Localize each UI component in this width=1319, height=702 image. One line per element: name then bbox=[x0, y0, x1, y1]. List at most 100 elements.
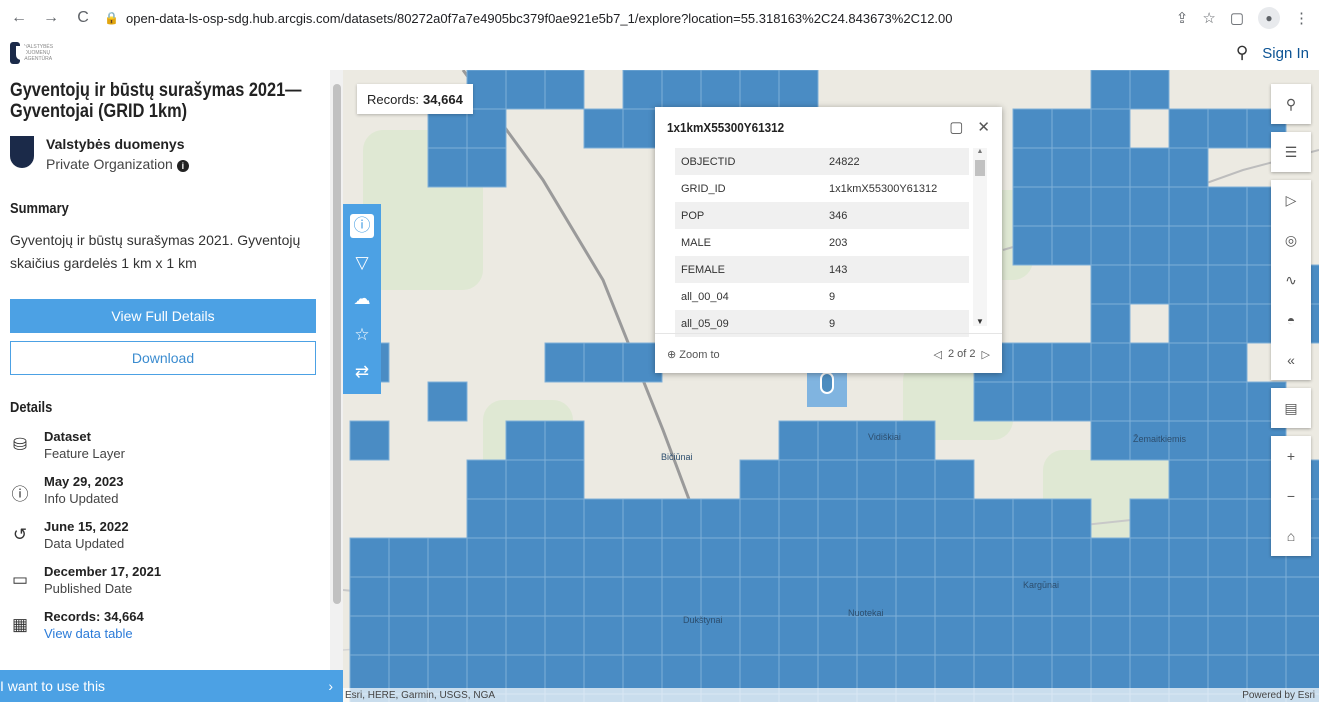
zoom-to-button[interactable]: ⊕ Zoom to bbox=[667, 348, 720, 361]
popup-title: 1x1kmX55300Y61312 bbox=[667, 119, 785, 135]
scrollbar-thumb[interactable] bbox=[333, 84, 341, 604]
map-view[interactable]: Vidiškiai Bičiūnai Žemaitkiemis Dukštynai Nu… bbox=[343, 70, 1319, 702]
population-grid-cell bbox=[739, 576, 780, 617]
collapse-icon[interactable]: « bbox=[1271, 340, 1311, 380]
detail-dataset: ⛁ Dataset Feature Layer bbox=[10, 429, 320, 461]
popup-value: 346 bbox=[829, 209, 848, 222]
population-grid-cell bbox=[973, 615, 1014, 656]
population-grid-cell bbox=[1129, 264, 1170, 305]
population-grid-cell bbox=[349, 420, 390, 461]
sign-in-link[interactable]: Sign In bbox=[1262, 45, 1309, 62]
download-button[interactable]: Download bbox=[10, 341, 316, 375]
population-grid-cell bbox=[973, 537, 1014, 578]
population-grid-cell bbox=[1090, 186, 1131, 227]
population-grid-cell bbox=[1246, 576, 1287, 617]
population-grid-cell bbox=[466, 498, 507, 539]
population-grid-cell bbox=[544, 459, 585, 500]
chevron-right-icon: › bbox=[328, 678, 333, 694]
population-grid-cell bbox=[1129, 147, 1170, 188]
next-icon[interactable]: ▷ bbox=[982, 348, 990, 361]
search-icon[interactable]: ⚲ bbox=[1236, 43, 1248, 63]
sidepanel-icon[interactable]: ▢ bbox=[1230, 9, 1244, 27]
bookmark-star-icon[interactable]: ☆ bbox=[1202, 9, 1215, 27]
population-grid-cell bbox=[1129, 186, 1170, 227]
owner-type-label: Private Organization bbox=[46, 156, 173, 172]
population-grid-cell bbox=[817, 537, 858, 578]
favorite-star-icon[interactable]: ☆ bbox=[350, 323, 374, 347]
layer-list-icon[interactable]: ☰ bbox=[1271, 132, 1311, 172]
population-grid-cell bbox=[1285, 615, 1319, 656]
profile-avatar[interactable]: ● bbox=[1258, 7, 1280, 29]
prev-icon[interactable]: ◁ bbox=[934, 348, 942, 361]
scroll-up-icon[interactable]: ▲ bbox=[973, 148, 987, 155]
measure-icon[interactable]: ∿ bbox=[1271, 260, 1311, 300]
sidebar-scrollbar[interactable] bbox=[330, 70, 343, 702]
population-grid-cell bbox=[895, 576, 936, 617]
popup-scrollbar[interactable]: ▲ ▼ bbox=[973, 148, 987, 326]
population-grid-cell bbox=[817, 420, 858, 461]
popup-scroll-thumb[interactable] bbox=[975, 160, 985, 176]
population-grid-cell bbox=[1090, 537, 1131, 578]
population-grid-cell bbox=[583, 576, 624, 617]
zoom-in-icon[interactable]: + bbox=[1271, 436, 1311, 476]
download-cloud-icon[interactable]: ☁ bbox=[350, 287, 374, 311]
population-grid-cell bbox=[700, 576, 741, 617]
population-grid-cell bbox=[1207, 303, 1248, 344]
population-grid-cell bbox=[700, 537, 741, 578]
population-grid-cell bbox=[427, 147, 468, 188]
forward-icon[interactable]: → bbox=[40, 7, 62, 29]
population-grid-cell bbox=[466, 70, 507, 110]
population-grid-cell bbox=[349, 537, 390, 578]
popup-key: MALE bbox=[681, 236, 711, 249]
address-bar[interactable]: 🔒 open-data-ls-osp-sdg.hub.arcgis.com/da… bbox=[104, 3, 1176, 33]
population-grid-cell bbox=[973, 498, 1014, 539]
population-grid-cell bbox=[1207, 498, 1248, 539]
site-logo[interactable]: VALSTYBĖS DUOMENŲ AGENTŪRA bbox=[10, 41, 64, 65]
population-grid-cell bbox=[895, 420, 936, 461]
population-grid-cell bbox=[895, 498, 936, 539]
popup-key: OBJECTID bbox=[681, 155, 736, 168]
want-to-use-bar[interactable]: I want to use this › bbox=[0, 670, 343, 702]
population-grid-cell bbox=[427, 381, 468, 422]
home-icon[interactable]: ⌂ bbox=[1271, 516, 1311, 556]
dock-icon[interactable]: ▢ bbox=[949, 118, 963, 136]
view-data-table-link[interactable]: View data table bbox=[44, 626, 144, 641]
info-tool-icon[interactable]: ⓘ bbox=[350, 214, 374, 239]
population-grid-cell bbox=[1168, 537, 1209, 578]
population-grid-cell bbox=[583, 498, 624, 539]
popup-row: GRID_ID 1x1kmX55300Y61312 bbox=[675, 175, 969, 202]
popup-key: GRID_ID bbox=[681, 182, 726, 195]
locate-icon[interactable]: ◎ bbox=[1271, 220, 1311, 260]
owner-name[interactable]: Valstybės duomenys bbox=[46, 136, 189, 152]
select-arrow-icon[interactable]: ▷ bbox=[1271, 180, 1311, 220]
records-badge: Records: 34,664 bbox=[357, 84, 473, 114]
scroll-down-icon[interactable]: ▼ bbox=[973, 317, 987, 326]
basemap-icon[interactable]: ◓ bbox=[1271, 300, 1311, 340]
population-grid-cell bbox=[1051, 108, 1092, 149]
popup-row: FEMALE 143 bbox=[675, 256, 969, 283]
population-grid-cell bbox=[1129, 381, 1170, 422]
view-full-details-button[interactable]: View Full Details bbox=[10, 299, 316, 333]
population-grid-cell bbox=[1012, 342, 1053, 383]
site-header: VALSTYBĖS DUOMENŲ AGENTŪRA ⚲ Sign In bbox=[0, 36, 1319, 70]
reload-icon[interactable]: C bbox=[72, 7, 94, 29]
translate-icon[interactable]: ⇄ bbox=[350, 360, 374, 384]
map-search-icon[interactable]: ⚲ bbox=[1271, 84, 1311, 124]
menu-kebab-icon[interactable]: ⋮ bbox=[1294, 9, 1309, 27]
population-grid-cell bbox=[661, 576, 702, 617]
filter-icon[interactable]: ▽ bbox=[350, 251, 374, 275]
logo-shield-icon bbox=[10, 42, 27, 64]
popup-key: POP bbox=[681, 209, 705, 222]
back-icon[interactable]: ← bbox=[8, 7, 30, 29]
owner-type: Private Organization i bbox=[46, 156, 189, 172]
info-icon[interactable]: i bbox=[176, 160, 189, 172]
population-grid-cell bbox=[544, 342, 585, 383]
population-grid-cell bbox=[739, 70, 780, 110]
population-grid-cell bbox=[1090, 225, 1131, 266]
population-grid-cell bbox=[1168, 303, 1209, 344]
attribute-table-icon[interactable]: ▤ bbox=[1271, 388, 1311, 428]
zoom-out-icon[interactable]: − bbox=[1271, 476, 1311, 516]
population-grid-cell bbox=[1129, 70, 1170, 110]
share-icon[interactable]: ⇪ bbox=[1176, 9, 1189, 27]
close-icon[interactable]: ✕ bbox=[977, 118, 990, 136]
